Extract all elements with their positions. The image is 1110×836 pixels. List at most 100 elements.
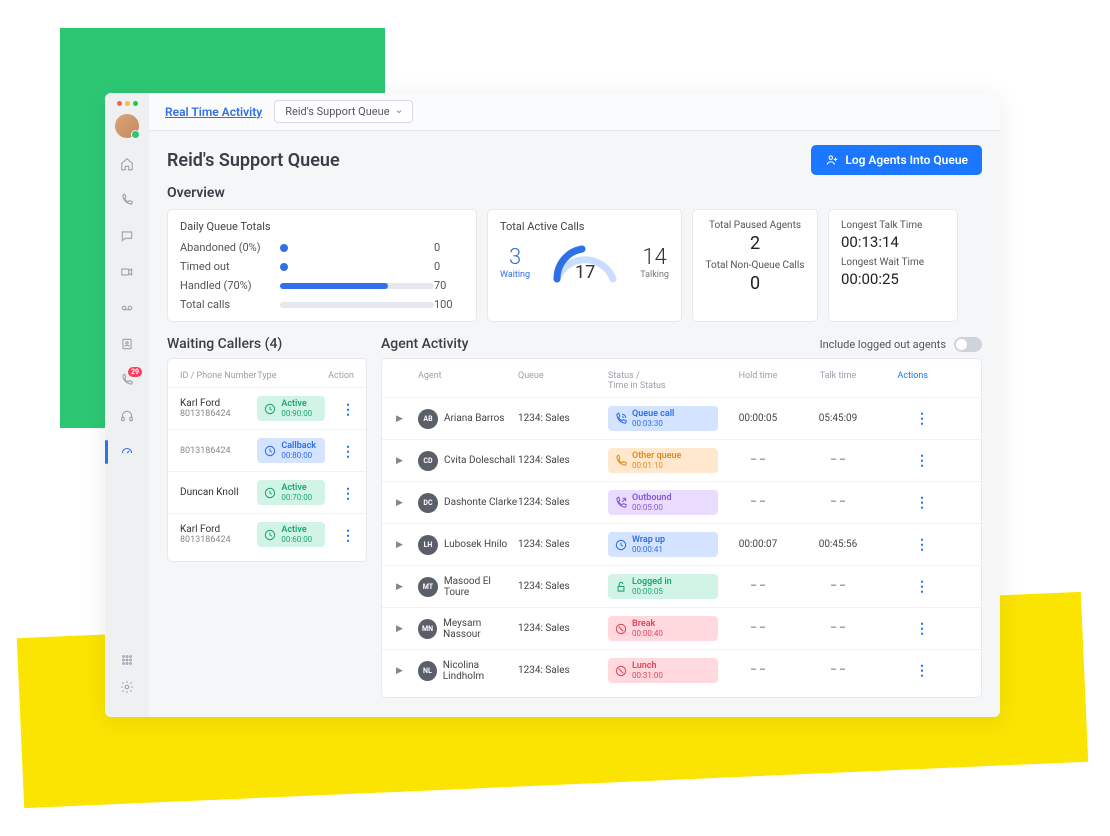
agent-row: ▶ NLNicolina Lindholm 1234: Sales Lunch0… [382, 649, 981, 691]
agent-action-menu[interactable]: ⋮ [915, 579, 928, 595]
agent-header-agent: Agent [418, 371, 518, 391]
waiting-row: 8013186424 Callback00:80:00 ⋮ [168, 429, 366, 471]
agent-avatar: AB [418, 409, 438, 429]
toggle-label: Include logged out agents [820, 338, 946, 351]
agent-avatar: MT [418, 577, 438, 597]
agent-avatar: LH [418, 535, 438, 555]
agent-action-menu[interactable]: ⋮ [915, 663, 928, 679]
waiting-type-pill: Active00:70:00 [257, 480, 325, 505]
waiting-type-pill: Active00:90:00 [257, 396, 325, 421]
video-icon[interactable] [118, 263, 136, 281]
waiting-callers-title: Waiting Callers (4) [167, 336, 282, 352]
agent-row: ▶ ABAriana Barros 1234: Sales Queue call… [382, 397, 981, 439]
logged-out-toggle[interactable] [954, 337, 982, 352]
agent-row: ▶ DCDashonte Clarke 1234: Sales Outbound… [382, 481, 981, 523]
expand-row-icon[interactable]: ▶ [396, 582, 418, 592]
paused-value: 2 [705, 233, 805, 254]
agent-talk-time: – – [798, 665, 878, 676]
waiting-action-menu[interactable]: ⋮ [341, 402, 354, 418]
expand-row-icon[interactable]: ▶ [396, 498, 418, 508]
topbar: Real Time Activity Reid's Support Queue [149, 93, 1000, 131]
agent-name: Nicolina Lindholm [443, 660, 518, 682]
expand-row-icon[interactable]: ▶ [396, 456, 418, 466]
agent-header-hold: Hold time [718, 371, 798, 391]
agent-status-pill: Break00:00:40 [608, 616, 718, 641]
calls-icon[interactable]: 29 [118, 371, 136, 389]
waiting-value: 3 [500, 245, 530, 270]
waiting-action-menu[interactable]: ⋮ [341, 486, 354, 502]
user-avatar[interactable] [115, 114, 139, 138]
agent-queue: 1234: Sales [518, 665, 608, 676]
main-content: Real Time Activity Reid's Support Queue … [149, 93, 1000, 717]
longest-talk-label: Longest Talk Time [841, 220, 945, 231]
agent-queue: 1234: Sales [518, 581, 608, 592]
chat-icon[interactable] [118, 227, 136, 245]
page-title: Reid's Support Queue [167, 150, 340, 171]
home-icon[interactable] [118, 155, 136, 173]
waiting-header-action: Action [325, 371, 354, 381]
agent-name: Lubosek Hnilo [444, 539, 507, 550]
agent-status-pill: Outbound00:05:00 [608, 490, 718, 515]
contacts-icon[interactable] [118, 335, 136, 353]
waiting-type-pill: Callback00:80:00 [257, 438, 325, 463]
agent-talk-time: 05:45:09 [798, 413, 878, 424]
agent-row: ▶ MNMeysam Nassour 1234: Sales Break00:0… [382, 607, 981, 649]
expand-row-icon[interactable]: ▶ [396, 540, 418, 550]
waiting-action-menu[interactable]: ⋮ [341, 528, 354, 544]
agent-queue: 1234: Sales [518, 497, 608, 508]
maximize-dot[interactable] [133, 101, 138, 106]
agent-queue: 1234: Sales [518, 623, 608, 634]
waiting-action-menu[interactable]: ⋮ [341, 444, 354, 460]
agent-status-pill: Wrap up00:00:41 [608, 532, 718, 557]
abandoned-value: 0 [434, 241, 464, 254]
agent-hold-time: – – [718, 497, 798, 508]
gauge-icon: 17 [550, 241, 620, 283]
agent-name: Dashonte Clarke [444, 497, 517, 508]
agent-hold-time: – – [718, 455, 798, 466]
expand-row-icon[interactable]: ▶ [396, 624, 418, 634]
waiting-header-type: Type [257, 371, 325, 381]
timedout-label: Timed out [180, 260, 280, 273]
breadcrumb[interactable]: Real Time Activity [165, 105, 262, 119]
waiting-caller-id: Karl Ford8013186424 [180, 398, 257, 419]
headset-icon[interactable] [118, 407, 136, 425]
phone-icon[interactable] [118, 191, 136, 209]
agent-action-menu[interactable]: ⋮ [915, 621, 928, 637]
handled-label: Handled (70%) [180, 279, 280, 292]
agent-status-pill: Queue call00:03:30 [608, 406, 718, 431]
close-dot[interactable] [117, 101, 122, 106]
agent-row: ▶ MTMasood El Toure 1234: Sales Logged i… [382, 565, 981, 607]
voicemail-icon[interactable] [118, 299, 136, 317]
agent-talk-time: – – [798, 623, 878, 634]
talking-label: Talking [640, 270, 669, 280]
gear-icon[interactable] [118, 678, 136, 696]
longest-wait-value: 00:00:25 [841, 270, 945, 288]
apps-icon[interactable] [118, 651, 136, 669]
calls-badge: 29 [128, 367, 142, 377]
agent-action-menu[interactable]: ⋮ [915, 495, 928, 511]
agent-action-menu[interactable]: ⋮ [915, 453, 928, 469]
waiting-header-id: ID / Phone Number [180, 371, 257, 381]
expand-row-icon[interactable]: ▶ [396, 414, 418, 424]
expand-row-icon[interactable]: ▶ [396, 666, 418, 676]
dashboard-icon[interactable] [118, 443, 136, 461]
log-agents-button[interactable]: Log Agents Into Queue [811, 145, 982, 175]
agent-hold-time: 00:00:05 [718, 413, 798, 424]
nonqueue-value: 0 [705, 273, 805, 294]
timedout-value: 0 [434, 260, 464, 273]
daily-totals-title: Daily Queue Totals [180, 220, 464, 233]
waiting-row: Karl Ford8013186424 Active00:60:00 ⋮ [168, 513, 366, 555]
agent-action-menu[interactable]: ⋮ [915, 411, 928, 427]
paused-label: Total Paused Agents [705, 220, 805, 231]
agent-row: ▶ LHLubosek Hnilo 1234: Sales Wrap up00:… [382, 523, 981, 565]
agent-header-queue: Queue [518, 371, 608, 391]
queue-selector[interactable]: Reid's Support Queue [274, 100, 412, 123]
agent-row: ▶ CDCvita Doleschall 1234: Sales Other q… [382, 439, 981, 481]
agent-avatar: MN [418, 619, 437, 639]
log-agents-label: Log Agents Into Queue [845, 153, 968, 167]
agent-header-status: Status / Time in Status [608, 371, 718, 391]
minimize-dot[interactable] [125, 101, 130, 106]
paused-card: Total Paused Agents2 Total Non-Queue Cal… [692, 209, 818, 322]
agent-status-pill: Other queue00:01:10 [608, 448, 718, 473]
agent-action-menu[interactable]: ⋮ [915, 537, 928, 553]
